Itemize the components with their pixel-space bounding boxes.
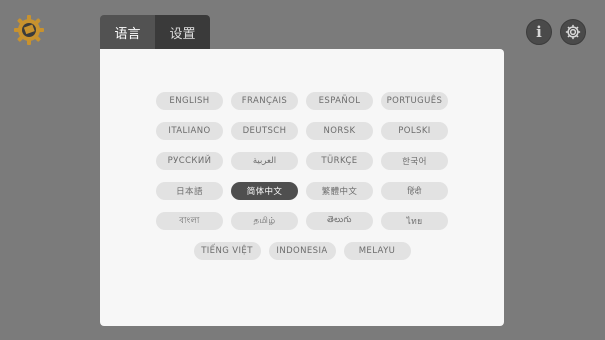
language-row: বাংলা தமிழ் తెలుగు ไทย: [155, 212, 449, 230]
language-option[interactable]: বাংলা: [156, 212, 223, 230]
language-option[interactable]: हिंदी: [381, 182, 448, 200]
language-grid: ENGLISH FRANÇAIS ESPAÑOL PORTUGUÊS ITALIANO D…: [155, 92, 449, 272]
language-row: TIẾNG VIỆT INDONESIA MELAYU: [155, 242, 449, 260]
gear-icon: [565, 24, 581, 40]
language-option[interactable]: NORSK: [306, 122, 373, 140]
settings-button[interactable]: [560, 19, 586, 45]
language-option[interactable]: FRANÇAIS: [231, 92, 298, 110]
info-icon: i: [536, 23, 542, 41]
tab-language[interactable]: 语言: [100, 15, 155, 49]
language-option[interactable]: INDONESIA: [268, 242, 336, 260]
language-row: РУССКИЙ العربية TÜRKÇE 한국어: [155, 152, 449, 170]
language-panel: ENGLISH FRANÇAIS ESPAÑOL PORTUGUÊS ITALIANO D…: [100, 49, 504, 326]
language-row: 日本語 简体中文 繁體中文 हिंदी: [155, 182, 449, 200]
gear-sun-logo: [14, 15, 44, 45]
language-option[interactable]: ITALIANO: [156, 122, 223, 140]
language-option[interactable]: DEUTSCH: [231, 122, 298, 140]
language-option[interactable]: 한국어: [381, 152, 448, 170]
language-option[interactable]: ENGLISH: [156, 92, 223, 110]
language-option[interactable]: PORTUGUÊS: [381, 92, 448, 110]
language-option[interactable]: ESPAÑOL: [306, 92, 373, 110]
info-button[interactable]: i: [526, 19, 552, 45]
language-row: ENGLISH FRANÇAIS ESPAÑOL PORTUGUÊS: [155, 92, 449, 110]
language-option[interactable]: தமிழ்: [231, 212, 298, 230]
language-option[interactable]: TIẾNG VIỆT: [193, 242, 261, 260]
language-option-selected[interactable]: 简体中文: [231, 182, 298, 200]
language-option[interactable]: POLSKI: [381, 122, 448, 140]
language-option[interactable]: 日本語: [156, 182, 223, 200]
language-option[interactable]: ไทย: [381, 212, 448, 230]
language-option[interactable]: TÜRKÇE: [306, 152, 373, 170]
language-option[interactable]: РУССКИЙ: [156, 152, 223, 170]
language-option[interactable]: తెలుగు: [306, 212, 373, 230]
language-option[interactable]: MELAYU: [343, 242, 411, 260]
language-option[interactable]: العربية: [231, 152, 298, 170]
language-option[interactable]: 繁體中文: [306, 182, 373, 200]
tab-settings[interactable]: 设置: [155, 15, 210, 49]
language-row: ITALIANO DEUTSCH NORSK POLSKI: [155, 122, 449, 140]
tab-bar: 语言 设置: [100, 15, 210, 49]
